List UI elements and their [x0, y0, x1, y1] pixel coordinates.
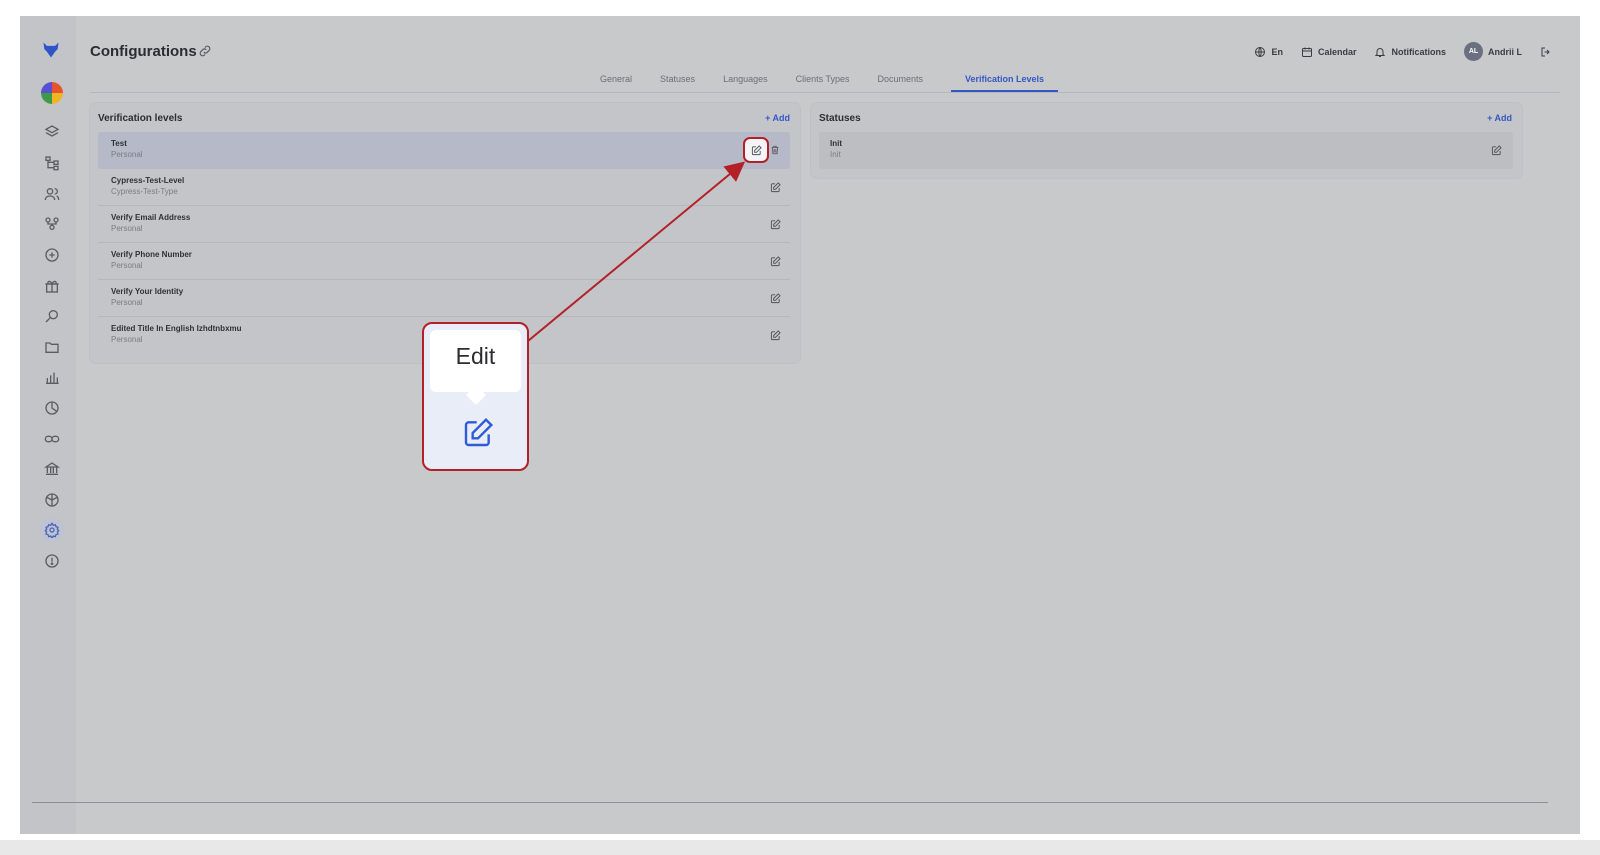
edit-icon[interactable]	[743, 137, 769, 163]
row-name: Verify Email Address	[111, 213, 191, 222]
tab-clients-types[interactable]: Clients Types	[796, 74, 850, 92]
edit-icon[interactable]	[768, 328, 782, 342]
tabs-divider	[90, 92, 1560, 93]
verification-levels-title: Verification levels	[98, 113, 183, 124]
edit-icon[interactable]	[768, 291, 782, 305]
search-icon[interactable]	[40, 304, 64, 328]
topbar: En Calendar Notifications AL Andrii L	[1254, 42, 1552, 61]
row-type: Personal	[111, 261, 143, 270]
edit-callout: Edit	[422, 322, 529, 471]
language-switcher[interactable]: En	[1254, 46, 1283, 58]
avatar: AL	[1464, 42, 1483, 61]
gift-icon[interactable]	[40, 274, 64, 298]
user-name: Andrii L	[1488, 46, 1522, 57]
row-type: Cypress-Test-Type	[111, 187, 178, 196]
tab-verification-levels[interactable]: Verification Levels	[951, 74, 1059, 92]
globe-icon	[1255, 46, 1266, 57]
tab-languages[interactable]: Languages	[723, 74, 768, 92]
verification-level-row[interactable]: Cypress-Test-Level Cypress-Test-Type	[98, 169, 790, 206]
folder-icon[interactable]	[40, 335, 64, 359]
settings-gear-icon[interactable]	[40, 518, 64, 542]
page-title: Configurations	[90, 43, 197, 60]
verification-level-row[interactable]: Test Personal	[98, 132, 790, 169]
trash-icon[interactable]	[768, 143, 782, 157]
calendar-label: Calendar	[1317, 46, 1357, 57]
add-status-button[interactable]: + Add	[1487, 113, 1512, 123]
calendar-icon	[1301, 47, 1312, 57]
tab-general[interactable]: General	[600, 74, 632, 92]
status-row[interactable]: Init Init	[819, 132, 1513, 169]
analytics-icon[interactable]	[40, 396, 64, 420]
user-menu[interactable]: AL Andrii L	[1464, 42, 1522, 61]
app-window: Configurations En Calendar Notifications…	[20, 16, 1580, 834]
row-type: Personal	[111, 335, 143, 344]
verification-level-row[interactable]: Verify Phone Number Personal	[98, 243, 790, 280]
ticket-icon[interactable]	[40, 243, 64, 267]
sidebar	[20, 16, 76, 834]
row-name: Verify Phone Number	[111, 250, 192, 259]
calendar-button[interactable]: Calendar	[1301, 46, 1357, 58]
row-type: Init	[830, 150, 841, 159]
tab-statuses[interactable]: Statuses	[660, 74, 695, 92]
bell-icon	[1375, 47, 1386, 57]
notifications-label: Notifications	[1391, 46, 1446, 57]
team-icon[interactable]	[40, 212, 64, 236]
edit-icon[interactable]	[768, 217, 782, 231]
row-name: Cypress-Test-Level	[111, 176, 185, 185]
row-name: Test	[111, 139, 127, 148]
package-icon[interactable]	[40, 488, 64, 512]
logout-icon	[1541, 47, 1550, 56]
users-icon[interactable]	[40, 182, 64, 206]
hierarchy-icon[interactable]	[40, 151, 64, 175]
add-verification-level-button[interactable]: + Add	[765, 113, 790, 123]
layers-icon[interactable]	[40, 120, 64, 144]
logout-button[interactable]	[1540, 46, 1552, 58]
config-tabs: General Statuses Languages Clients Types…	[600, 74, 1059, 92]
language-label: En	[1271, 46, 1283, 57]
tab-documents[interactable]: Documents	[877, 74, 923, 92]
statuses-title: Statuses	[819, 113, 861, 124]
edit-icon[interactable]	[768, 254, 782, 268]
edit-icon	[462, 417, 494, 449]
bottom-strip	[0, 840, 1600, 855]
callout-label: Edit	[455, 343, 496, 369]
link-icon[interactable]	[40, 427, 64, 451]
bar-chart-icon[interactable]	[40, 366, 64, 390]
row-type: Personal	[111, 150, 143, 159]
statuses-panel: Statuses + Add Init Init	[811, 103, 1522, 178]
fox-logo-icon[interactable]	[41, 40, 61, 60]
bank-icon[interactable]	[40, 457, 64, 481]
row-name: Verify Your Identity	[111, 287, 184, 296]
row-name: Edited Title In English Izhdtnbxmu	[111, 324, 242, 333]
link-icon[interactable]	[198, 44, 212, 58]
bottom-divider	[32, 802, 1548, 803]
verification-level-row[interactable]: Verify Email Address Personal	[98, 206, 790, 243]
workspace-avatar[interactable]	[41, 82, 63, 104]
edit-icon[interactable]	[768, 180, 782, 194]
row-type: Personal	[111, 224, 143, 233]
verification-level-row[interactable]: Verify Your Identity Personal	[98, 280, 790, 317]
shield-icon[interactable]	[40, 549, 64, 573]
row-type: Personal	[111, 298, 143, 307]
notifications-button[interactable]: Notifications	[1374, 46, 1446, 58]
row-name: Init	[830, 139, 842, 148]
edit-icon[interactable]	[1489, 143, 1503, 157]
